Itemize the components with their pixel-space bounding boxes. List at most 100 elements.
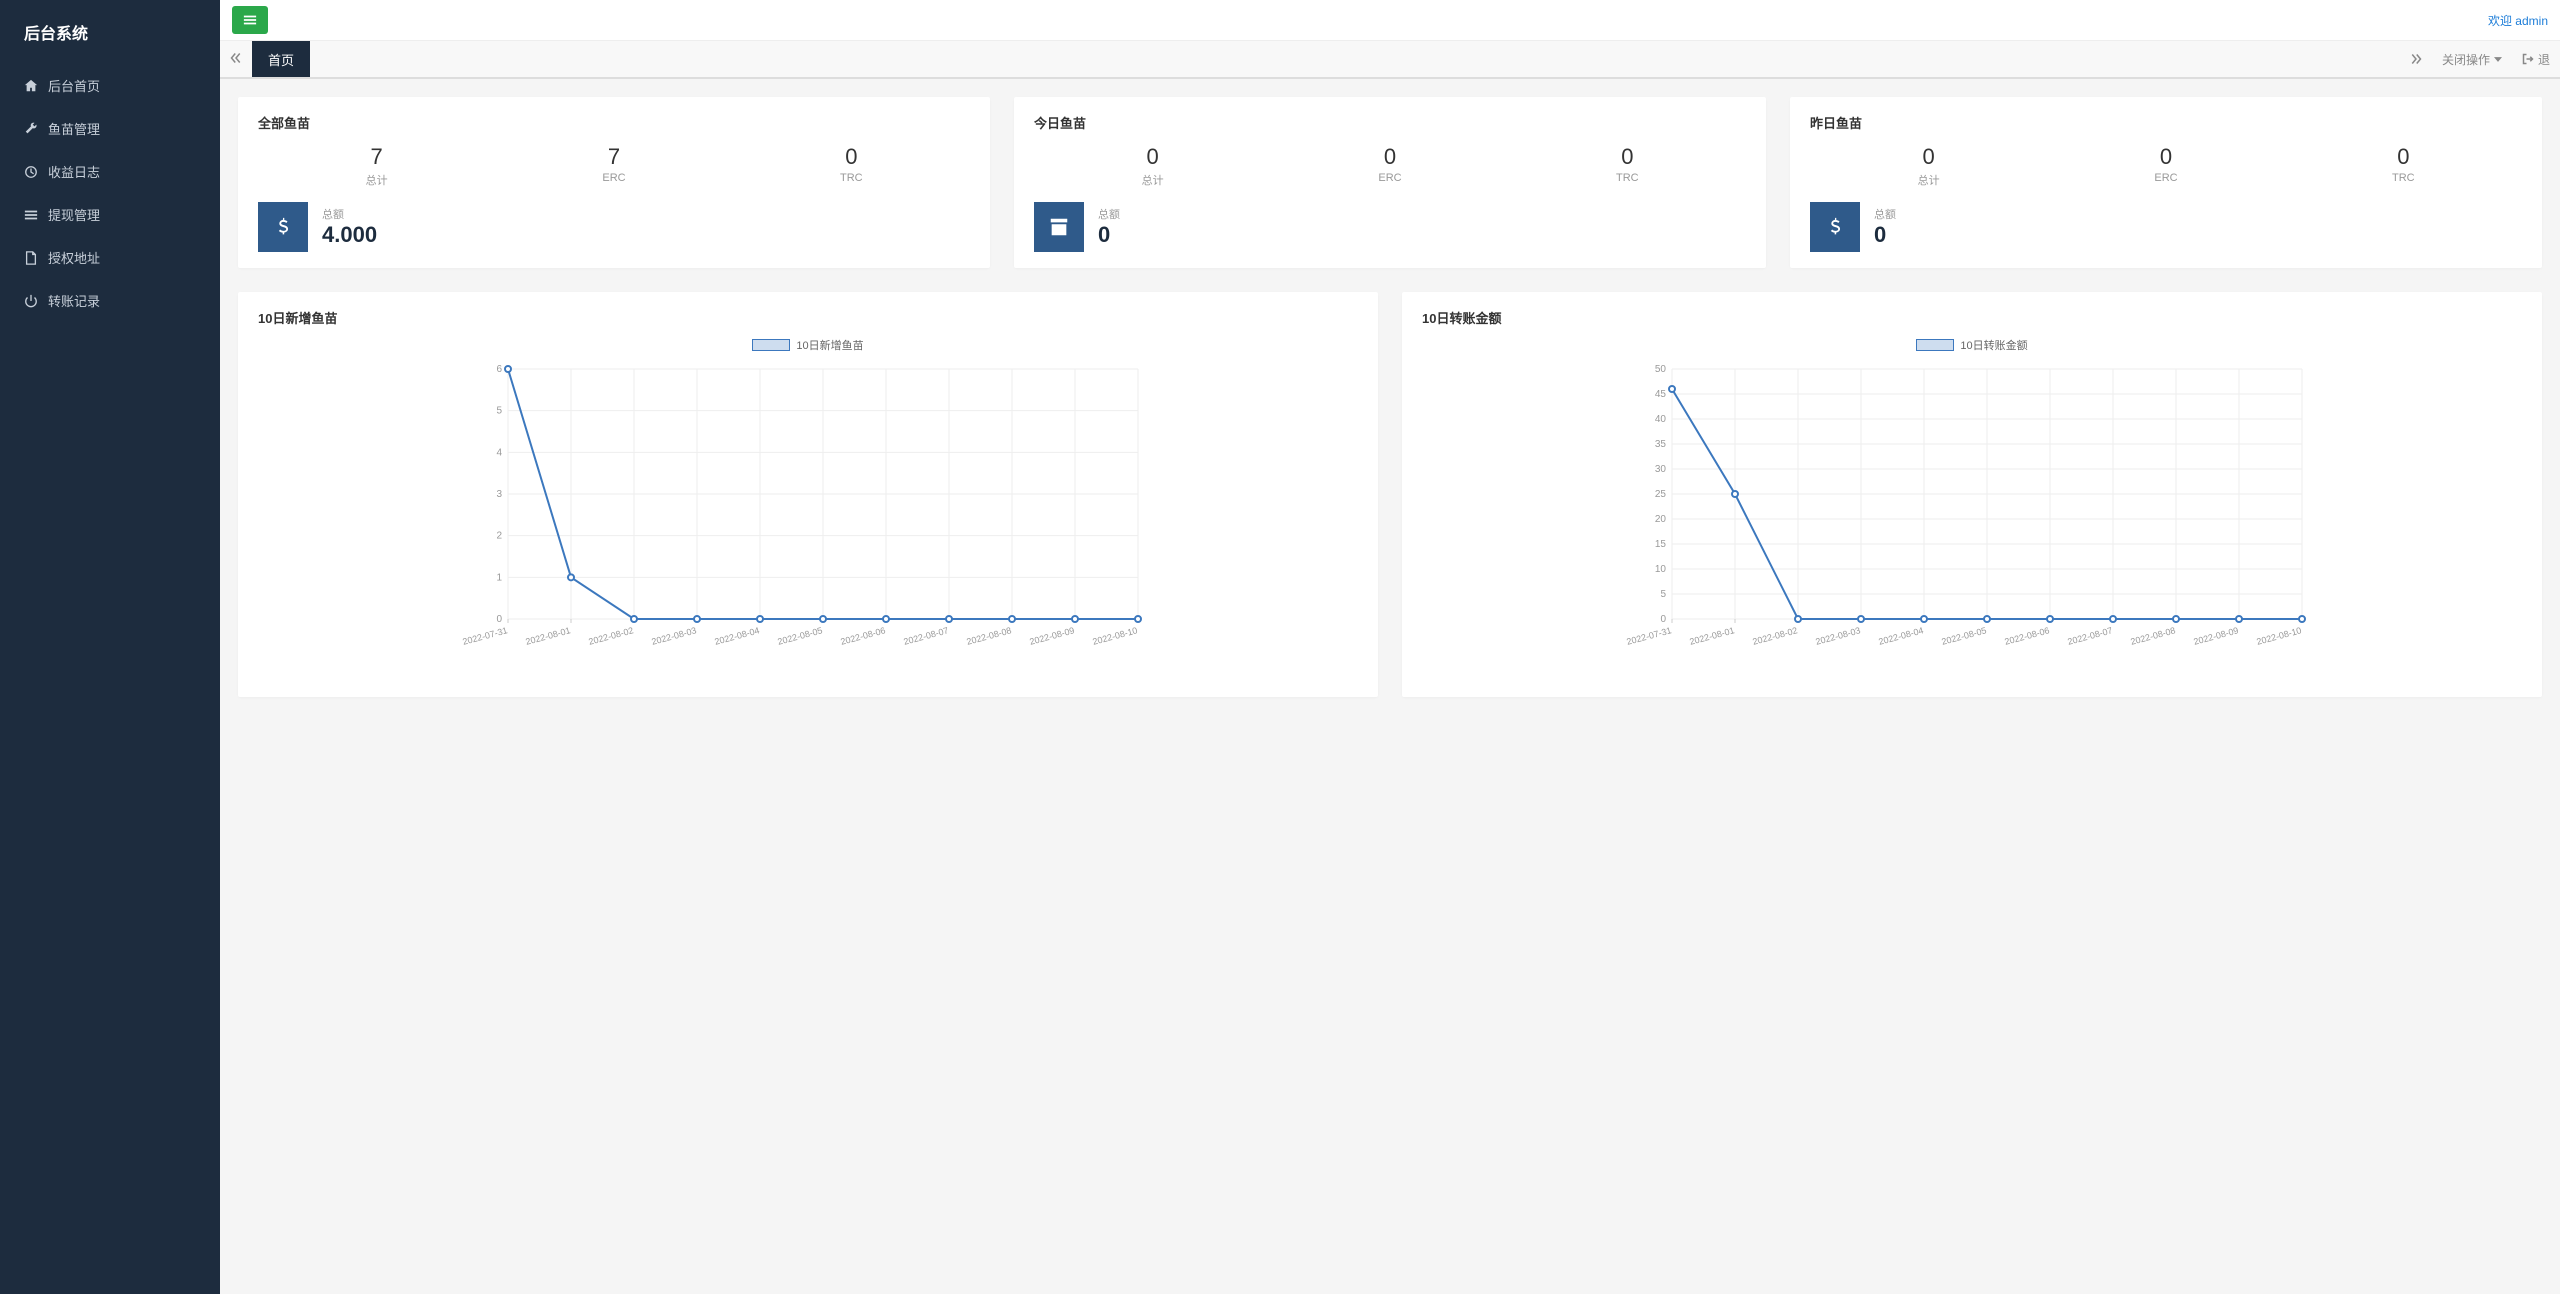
sidebar-item-earnings[interactable]: 收益日志 — [0, 150, 220, 193]
sidebar: 后台系统 后台首页 鱼苗管理 收益日志 提现管理 授权地址 — [0, 0, 220, 1294]
stat-value: 0 — [1509, 144, 1746, 170]
chart-area: 10日转账金额 051015202530354045502022-07-3120… — [1422, 337, 2522, 677]
charts-row: 10日新增鱼苗 10日新增鱼苗 01234562022-07-312022-08… — [238, 292, 2542, 697]
svg-text:2022-08-06: 2022-08-06 — [839, 625, 886, 647]
svg-text:2022-08-10: 2022-08-10 — [1091, 625, 1138, 647]
svg-text:5: 5 — [1660, 589, 1666, 600]
list-icon — [24, 208, 38, 222]
caret-down-icon — [2494, 57, 2502, 62]
sidebar-title: 后台系统 — [0, 0, 220, 64]
chart-svg: 01234562022-07-312022-08-012022-08-02202… — [258, 359, 1358, 659]
card-title: 昨日鱼苗 — [1810, 113, 2522, 132]
total-value: 4.000 — [322, 222, 377, 248]
logout-button[interactable]: 退 — [2512, 41, 2560, 77]
svg-text:2022-08-02: 2022-08-02 — [587, 625, 634, 647]
chart-svg: 051015202530354045502022-07-312022-08-01… — [1422, 359, 2522, 659]
svg-text:50: 50 — [1655, 364, 1667, 375]
close-ops-label: 关闭操作 — [2442, 51, 2490, 68]
card-title: 今日鱼苗 — [1034, 113, 1746, 132]
clock-icon — [24, 165, 38, 179]
svg-text:40: 40 — [1655, 414, 1667, 425]
stat-value: 0 — [1271, 144, 1508, 170]
svg-text:2022-08-07: 2022-08-07 — [2066, 625, 2113, 647]
stat-label: 总计 — [1810, 172, 2047, 188]
svg-text:6: 6 — [496, 364, 502, 375]
welcome-user[interactable]: 欢迎 admin — [2488, 12, 2548, 29]
logout-icon — [2522, 53, 2534, 65]
svg-text:2022-08-03: 2022-08-03 — [650, 625, 697, 647]
file-icon — [24, 251, 38, 265]
legend-label: 10日转账金额 — [1960, 337, 2027, 353]
total-row: 总额 4.000 — [258, 202, 970, 252]
svg-text:1: 1 — [496, 572, 502, 583]
stat-value: 0 — [733, 144, 970, 170]
svg-text:3: 3 — [496, 489, 502, 500]
chart-card: 10日转账金额 10日转账金额 051015202530354045502022… — [1402, 292, 2542, 697]
stat-value: 7 — [495, 144, 732, 170]
sidebar-item-withdraw[interactable]: 提现管理 — [0, 193, 220, 236]
tabbar: 首页 关闭操作 退 — [220, 41, 2560, 79]
stat-item: 0 总计 — [1810, 144, 2047, 188]
svg-text:4: 4 — [496, 447, 502, 458]
stat-label: TRC — [733, 172, 970, 184]
sidebar-item-label: 收益日志 — [48, 162, 100, 181]
stat-row: 0 总计 0 ERC 0 TRC — [1810, 144, 2522, 188]
menu-icon — [243, 13, 257, 27]
svg-text:2022-08-05: 2022-08-05 — [1940, 625, 1987, 647]
svg-text:2022-08-07: 2022-08-07 — [902, 625, 949, 647]
close-ops-dropdown[interactable]: 关闭操作 — [2432, 41, 2512, 77]
chart-title: 10日新增鱼苗 — [258, 308, 1358, 327]
sidebar-item-fish[interactable]: 鱼苗管理 — [0, 107, 220, 150]
svg-text:2022-08-04: 2022-08-04 — [1877, 625, 1924, 647]
total-label: 总额 — [1874, 206, 1896, 222]
sidebar-item-label: 后台首页 — [48, 76, 100, 95]
stat-card: 今日鱼苗 0 总计 0 ERC 0 TRC 总额 0 — [1014, 97, 1766, 268]
svg-text:2022-08-08: 2022-08-08 — [965, 625, 1012, 647]
svg-text:15: 15 — [1655, 539, 1667, 550]
stat-value: 7 — [258, 144, 495, 170]
svg-text:0: 0 — [1660, 614, 1666, 625]
stat-item: 0 TRC — [1509, 144, 1746, 188]
svg-text:0: 0 — [496, 614, 502, 625]
stat-card: 昨日鱼苗 0 总计 0 ERC 0 TRC 总额 0 — [1790, 97, 2542, 268]
tab-prev-button[interactable] — [220, 44, 252, 75]
sidebar-item-transfer[interactable]: 转账记录 — [0, 279, 220, 322]
svg-text:2: 2 — [496, 531, 502, 542]
sidebar-item-address[interactable]: 授权地址 — [0, 236, 220, 279]
svg-text:2022-08-01: 2022-08-01 — [1688, 625, 1735, 647]
svg-text:10: 10 — [1655, 564, 1667, 575]
double-left-icon — [230, 52, 242, 64]
svg-text:35: 35 — [1655, 439, 1667, 450]
dollar-icon — [1810, 202, 1860, 252]
sidebar-item-label: 鱼苗管理 — [48, 119, 100, 138]
stat-label: ERC — [495, 172, 732, 184]
tab-home[interactable]: 首页 — [252, 41, 310, 77]
svg-text:2022-08-01: 2022-08-01 — [524, 625, 571, 647]
stat-item: 7 总计 — [258, 144, 495, 188]
sidebar-item-home[interactable]: 后台首页 — [0, 64, 220, 107]
logout-label: 退 — [2538, 51, 2550, 68]
svg-text:30: 30 — [1655, 464, 1667, 475]
stat-item: 0 TRC — [2285, 144, 2522, 188]
tab-next-button[interactable] — [2400, 41, 2432, 77]
stat-value: 0 — [1810, 144, 2047, 170]
chart-card: 10日新增鱼苗 10日新增鱼苗 01234562022-07-312022-08… — [238, 292, 1378, 697]
power-icon — [24, 294, 38, 308]
stat-label: ERC — [1271, 172, 1508, 184]
sidebar-item-label: 提现管理 — [48, 205, 100, 224]
svg-text:2022-08-02: 2022-08-02 — [1751, 625, 1798, 647]
total-value: 0 — [1098, 222, 1120, 248]
sidebar-toggle-button[interactable] — [232, 6, 268, 34]
total-value: 0 — [1874, 222, 1896, 248]
svg-text:5: 5 — [496, 406, 502, 417]
svg-text:25: 25 — [1655, 489, 1667, 500]
total-row: 总额 0 — [1810, 202, 2522, 252]
stat-value: 0 — [1034, 144, 1271, 170]
sidebar-menu: 后台首页 鱼苗管理 收益日志 提现管理 授权地址 转账记录 — [0, 64, 220, 322]
stat-value: 0 — [2047, 144, 2284, 170]
svg-text:2022-08-08: 2022-08-08 — [2129, 625, 2176, 647]
svg-text:2022-08-05: 2022-08-05 — [776, 625, 823, 647]
legend-swatch — [1916, 339, 1954, 351]
chart-legend: 10日转账金额 — [1422, 337, 2522, 353]
tab-label: 首页 — [268, 50, 294, 69]
